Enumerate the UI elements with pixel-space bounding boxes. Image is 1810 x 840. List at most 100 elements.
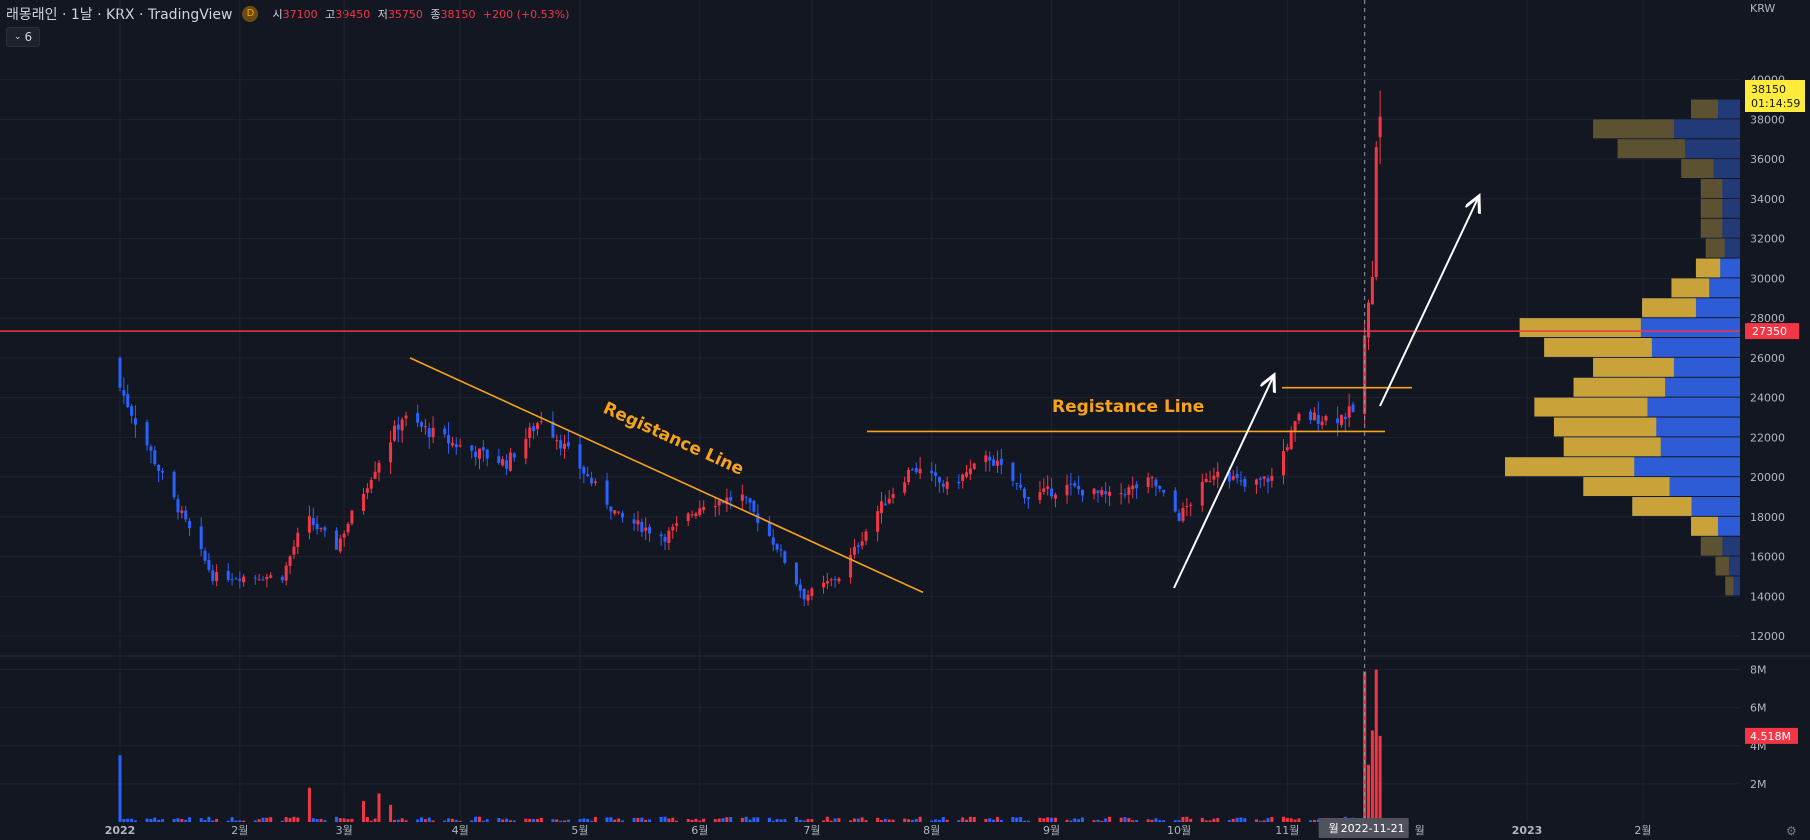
volume-bar: [930, 820, 934, 822]
candle-body: [833, 579, 837, 581]
volume-bar: [265, 817, 269, 822]
price-axis: 12000 14000 16000 18000 20000 22000 24000 26000…: [105, 2, 1805, 838]
candle-body: [458, 445, 462, 447]
candle-body: [1216, 471, 1220, 478]
volume-bar: [644, 819, 648, 822]
volume-profile-bar-up: [1642, 298, 1696, 318]
volume-bar: [319, 818, 323, 822]
volume-bar: [334, 816, 338, 822]
volume-bar: [172, 818, 176, 822]
volume-bar: [512, 820, 516, 822]
candle-body: [199, 526, 203, 550]
candle-body: [1146, 477, 1150, 488]
candle-body: [1158, 486, 1162, 489]
volume-bar: [1181, 816, 1185, 822]
candle-body: [334, 530, 338, 550]
candle-body: [1266, 478, 1270, 482]
volume-bar: [280, 820, 284, 822]
price-tick-label: 24000: [1750, 392, 1785, 405]
candle-body: [903, 482, 907, 493]
candle-body: [1336, 418, 1340, 424]
volume-bar: [188, 817, 192, 822]
volume-bar: [918, 816, 922, 822]
annotations: Registance Line Registance Line 2022-11-21…: [0, 0, 1740, 838]
volume-bar: [1053, 817, 1057, 822]
volume-bar: [1227, 820, 1231, 822]
volume-bar: [203, 819, 207, 822]
volume-bar: [1104, 818, 1108, 822]
candle-body: [879, 501, 883, 514]
candle-body: [450, 442, 454, 446]
volume-bar: [1127, 818, 1131, 822]
candle-body: [1316, 415, 1320, 424]
candle-body: [1096, 490, 1100, 494]
candle-body: [1351, 404, 1355, 412]
volume-bar: [470, 820, 474, 822]
candle-body: [261, 579, 265, 581]
candle-body: [1212, 475, 1216, 480]
candle-body: [852, 546, 856, 555]
candle-body: [184, 510, 188, 520]
volume-bar: [771, 820, 775, 822]
candle-body: [825, 581, 829, 584]
candle-body: [1080, 489, 1084, 496]
volume-bar: [369, 820, 373, 822]
volume-bar: [404, 820, 408, 822]
volume-bar: [505, 818, 509, 822]
candle-body: [1235, 473, 1239, 479]
countdown-label: 01:14:59: [1751, 97, 1800, 110]
volume-bar: [323, 820, 327, 822]
candle-body: [133, 418, 137, 425]
volume-profile-bar-up: [1705, 238, 1725, 258]
candle-body: [1015, 483, 1019, 485]
volume-bar: [864, 820, 868, 822]
volume-bar: [783, 819, 787, 822]
volume-bar: [779, 819, 783, 822]
volume-value-label: 4.518M: [1750, 730, 1791, 743]
price-chart[interactable]: Registance Line Registance Line 2022-11-21…: [0, 0, 1810, 840]
candle-body: [702, 506, 706, 510]
candle-body: [640, 522, 644, 532]
candle-body: [1046, 486, 1050, 489]
candle-body: [644, 527, 648, 531]
diagonal-resistance-line: [409, 357, 924, 594]
volume-bar: [1309, 820, 1313, 822]
candle-body: [188, 521, 192, 529]
volume-bar: [199, 818, 203, 822]
volume-bar: [392, 819, 396, 822]
candle-body: [288, 556, 292, 566]
candle-body: [972, 463, 976, 469]
candle-body: [582, 467, 586, 474]
candle-body: [617, 511, 621, 513]
volume-bar: [416, 819, 420, 822]
volume-bar: [609, 817, 613, 822]
candle-body: [1026, 497, 1030, 499]
volume-bar: [230, 817, 234, 822]
volume-profile-bar-up: [1505, 457, 1635, 477]
candle-body: [1343, 416, 1347, 419]
volume-bar: [454, 819, 458, 822]
candle-body: [1281, 451, 1285, 476]
volume-bar: [447, 818, 451, 822]
volume-bar: [984, 818, 988, 822]
volume-bar: [748, 819, 752, 822]
volume-bar: [988, 818, 992, 822]
candle-body: [1231, 476, 1235, 480]
candle-body: [427, 428, 431, 437]
candle-body: [1011, 462, 1015, 482]
candles: [118, 90, 1382, 607]
candle-body: [566, 442, 570, 447]
candle-body: [1135, 484, 1139, 489]
volume-bar: [1312, 820, 1316, 822]
candle-body: [663, 536, 667, 542]
candle-body: [1239, 480, 1243, 482]
volume-bar: [1050, 817, 1054, 822]
candle-body: [512, 453, 516, 458]
volume-bar: [528, 818, 532, 822]
volume-bar: [1231, 818, 1235, 822]
settings-icon[interactable]: ⚙: [1786, 824, 1797, 838]
volume-bar: [253, 820, 257, 822]
candle-body: [203, 550, 207, 561]
candle-body: [338, 538, 342, 552]
volume-tick-label: 6M: [1750, 702, 1767, 715]
